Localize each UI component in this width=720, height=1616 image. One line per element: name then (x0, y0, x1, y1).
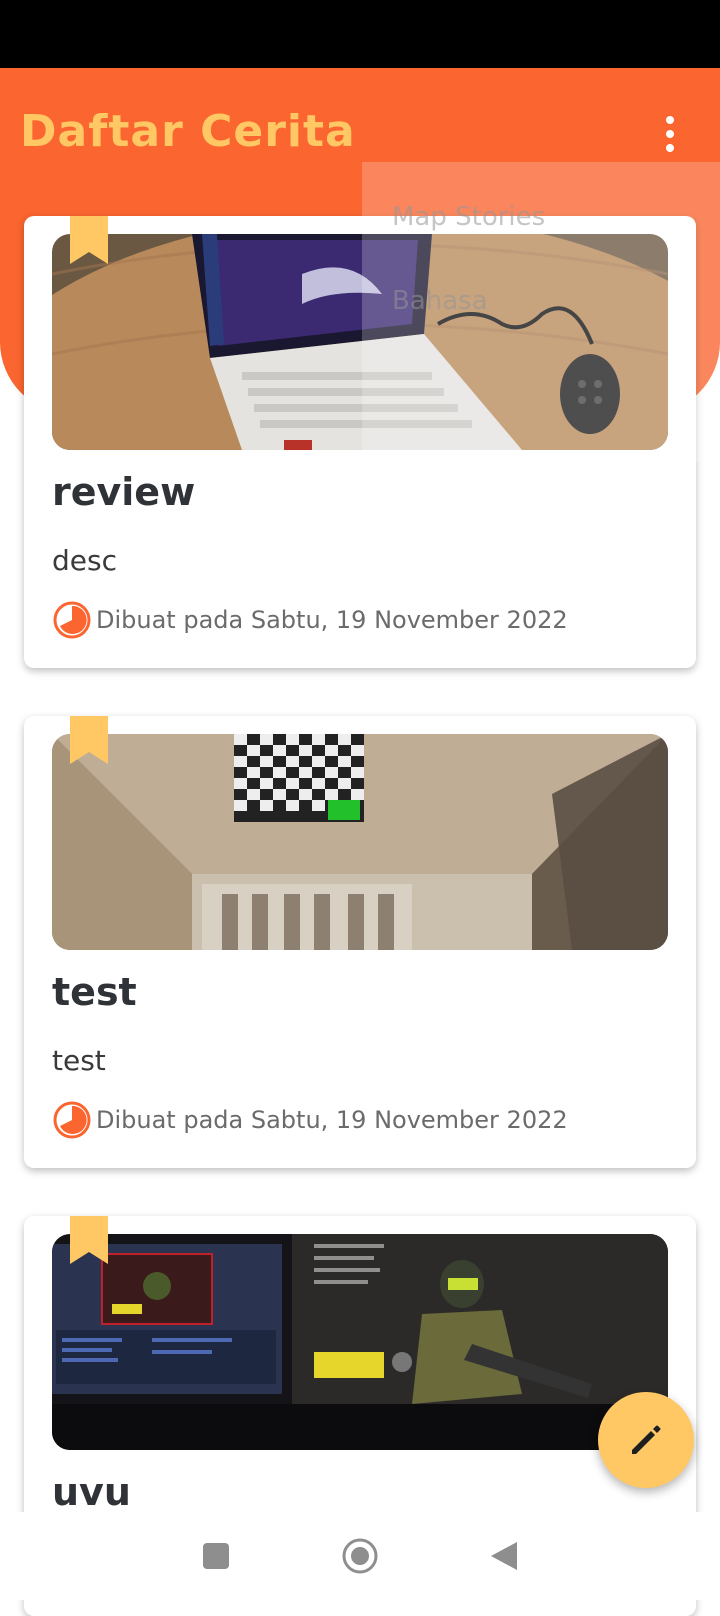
recents-icon[interactable] (201, 1541, 231, 1571)
more-vert-icon[interactable] (650, 112, 690, 156)
pencil-icon (632, 1425, 661, 1454)
clock-icon (53, 601, 91, 639)
story-card[interactable]: test test Dibuat pada Sabtu, 19 November… (24, 716, 696, 1168)
story-date-row: Dibuat pada Sabtu, 19 November 2022 (52, 1100, 568, 1140)
story-image (52, 734, 668, 950)
story-date-row: Dibuat pada Sabtu, 19 November 2022 (52, 600, 568, 640)
add-story-button[interactable] (598, 1392, 694, 1488)
menu-item-language[interactable]: Bahasa (392, 286, 488, 316)
system-nav-bar (0, 1512, 720, 1600)
story-date: Dibuat pada Sabtu, 19 November 2022 (96, 1106, 568, 1134)
menu-item-map-stories[interactable]: Map Stories (392, 202, 545, 232)
clock-icon (53, 1101, 91, 1139)
status-bar (0, 0, 720, 68)
story-date: Dibuat pada Sabtu, 19 November 2022 (96, 606, 568, 634)
back-icon[interactable] (489, 1540, 519, 1572)
story-title: review (52, 470, 196, 514)
story-title: test (52, 970, 137, 1014)
page-title: Daftar Cerita (20, 106, 356, 157)
story-title: uvu (52, 1470, 131, 1514)
home-icon[interactable] (341, 1537, 379, 1575)
bookmark-icon (70, 1216, 108, 1264)
bookmark-icon (70, 216, 108, 264)
story-description: desc (52, 544, 117, 577)
overflow-menu: Map Stories Bahasa (362, 162, 720, 462)
bookmark-icon (70, 716, 108, 764)
story-image (52, 1234, 668, 1450)
story-description: test (52, 1044, 106, 1077)
